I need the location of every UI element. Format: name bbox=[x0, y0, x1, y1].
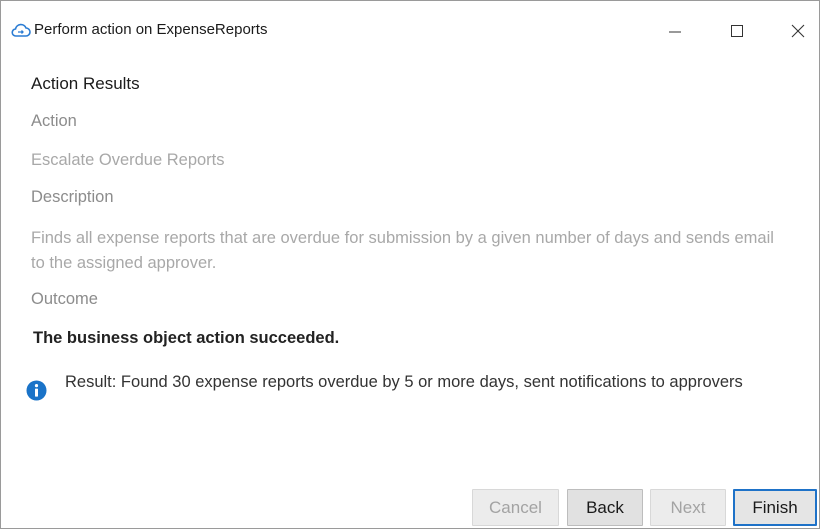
cancel-button[interactable]: Cancel bbox=[472, 489, 559, 526]
action-value: Escalate Overdue Reports bbox=[31, 151, 225, 169]
minimize-icon bbox=[669, 31, 681, 33]
back-button[interactable]: Back bbox=[567, 489, 643, 526]
cloud-sync-icon bbox=[11, 22, 31, 40]
dialog-window: Perform action on ExpenseReports Action … bbox=[0, 0, 820, 529]
description-value: Finds all expense reports that are overd… bbox=[31, 229, 774, 272]
finish-button[interactable]: Finish bbox=[733, 489, 817, 526]
close-icon bbox=[791, 24, 805, 38]
outcome-value: The business object action succeeded. bbox=[33, 329, 340, 347]
outcome-label: Outcome bbox=[31, 290, 98, 308]
description-label: Description bbox=[31, 188, 114, 206]
maximize-button[interactable] bbox=[717, 13, 757, 49]
section-title: Action Results bbox=[31, 74, 140, 93]
title-bar: Perform action on ExpenseReports bbox=[1, 1, 819, 59]
maximize-icon bbox=[731, 25, 743, 37]
window-title: Perform action on ExpenseReports bbox=[34, 21, 268, 38]
next-button[interactable]: Next bbox=[650, 489, 726, 526]
result-message: Result: Found 30 expense reports overdue… bbox=[65, 373, 743, 391]
minimize-button[interactable] bbox=[655, 13, 695, 49]
action-label: Action bbox=[31, 112, 77, 130]
info-icon bbox=[26, 380, 47, 401]
close-button[interactable] bbox=[778, 13, 818, 49]
